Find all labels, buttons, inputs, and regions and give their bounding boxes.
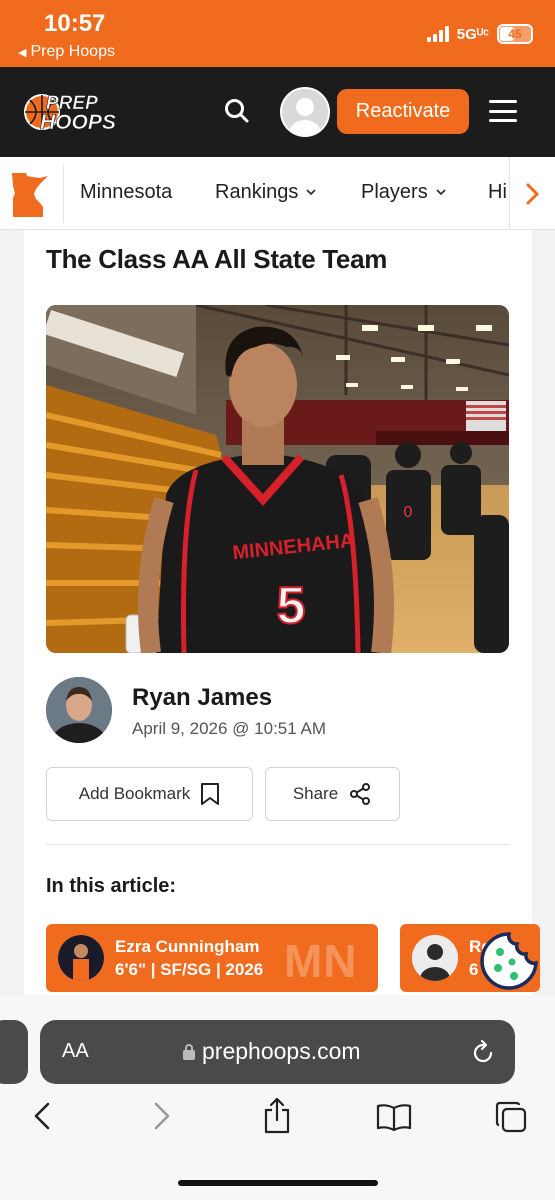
prep-hoops-logo[interactable]: PREP HOOPS <box>22 89 134 135</box>
browser-bottom-bar: AA prephoops.com <box>0 995 555 1200</box>
back-to-app-link[interactable]: ◀ Prep Hoops <box>18 43 115 61</box>
player-name: Ezra Cunningham <box>115 937 260 956</box>
nav-item-label: Hi <box>488 181 507 203</box>
add-bookmark-label: Add Bookmark <box>78 784 191 803</box>
nav-divider <box>63 165 64 223</box>
chevron-down-icon <box>436 189 446 196</box>
nav-item-label: Minnesota <box>80 181 173 203</box>
user-avatar[interactable] <box>280 87 330 137</box>
jersey-number-text: 5 <box>277 577 306 635</box>
nav-item-minnesota[interactable]: Minnesota <box>80 181 172 204</box>
share-sheet-icon[interactable] <box>262 1097 292 1140</box>
article-title: The Class AA All State Team <box>46 244 388 274</box>
home-indicator <box>178 1180 378 1186</box>
nav-scroll-right-button[interactable] <box>509 157 555 229</box>
reload-icon[interactable] <box>471 1039 495 1070</box>
share-icon <box>350 783 371 805</box>
url-display[interactable]: prephoops.com <box>182 1038 361 1065</box>
article-card: The Class AA All State Team 0 MINNEHAHA … <box>24 230 540 1020</box>
player-state: MN <box>284 935 358 987</box>
lock-icon <box>183 1043 195 1060</box>
svg-text:0: 0 <box>404 504 413 521</box>
section-divider <box>46 844 509 845</box>
publish-date: April 9, 2026 @ 10:51 AM <box>132 719 326 738</box>
forward-arrow-icon[interactable] <box>152 1101 172 1136</box>
player-card-ezra-cunningham[interactable]: Ezra Cunningham 6'6" | SF/SG | 2026 MN <box>46 924 378 992</box>
in-this-article-heading: In this article: <box>46 875 177 897</box>
nav-item-label: Rankings <box>215 181 299 203</box>
state-nav-bar: Minnesota Rankings Players Hi <box>0 157 555 230</box>
network-type: 5Gᵁᶜ <box>456 25 489 43</box>
add-bookmark-button[interactable]: Add Bookmark <box>46 767 253 821</box>
hamburger-menu-icon[interactable] <box>489 100 517 122</box>
tabs-icon[interactable] <box>494 1100 528 1139</box>
back-arrow-icon[interactable] <box>32 1101 52 1136</box>
share-button[interactable]: Share <box>265 767 400 821</box>
search-icon[interactable] <box>224 98 250 129</box>
cookie-settings-icon[interactable] <box>478 930 540 992</box>
bookmarks-book-icon[interactable] <box>376 1103 412 1136</box>
bookmark-icon <box>201 783 220 805</box>
battery-icon: 45 <box>497 24 533 44</box>
url-text: prephoops.com <box>202 1038 361 1064</box>
address-bar[interactable]: AA prephoops.com <box>40 1020 515 1084</box>
player-thumbnail <box>412 935 458 981</box>
back-triangle-icon: ◀ <box>18 46 27 59</box>
minnesota-state-icon[interactable] <box>10 172 50 223</box>
player-info: 6'6" | SF/SG | 2026 <box>115 960 264 979</box>
reactivate-button[interactable]: Reactivate <box>337 89 469 134</box>
author-name[interactable]: Ryan James <box>132 684 272 712</box>
player-thumbnail <box>58 935 104 981</box>
nav-item-partial[interactable]: Hi <box>488 181 507 204</box>
nav-item-rankings[interactable]: Rankings <box>215 181 317 204</box>
back-app-label: Prep Hoops <box>30 43 115 60</box>
author-avatar[interactable] <box>46 677 112 743</box>
chevron-down-icon <box>306 189 317 196</box>
chevron-right-icon <box>526 183 539 204</box>
logo-line2: HOOPS <box>40 111 116 134</box>
share-label: Share <box>292 784 339 803</box>
site-header: PREP HOOPS Reactivate <box>0 67 555 157</box>
text-size-button[interactable]: AA <box>62 1040 89 1063</box>
battery-percent: 45 <box>508 27 522 41</box>
article-photo[interactable]: 0 MINNEHAHA 5 <box>46 305 509 653</box>
nav-item-label: Players <box>361 181 428 203</box>
nav-item-players[interactable]: Players <box>361 181 446 204</box>
status-bar: 10:57 ◀ Prep Hoops 5Gᵁᶜ 45 <box>0 0 555 67</box>
status-time: 10:57 <box>44 10 106 37</box>
text-size-label: AA <box>62 1040 89 1062</box>
previous-tab-preview[interactable] <box>0 1020 28 1084</box>
signal-icon <box>426 26 449 42</box>
